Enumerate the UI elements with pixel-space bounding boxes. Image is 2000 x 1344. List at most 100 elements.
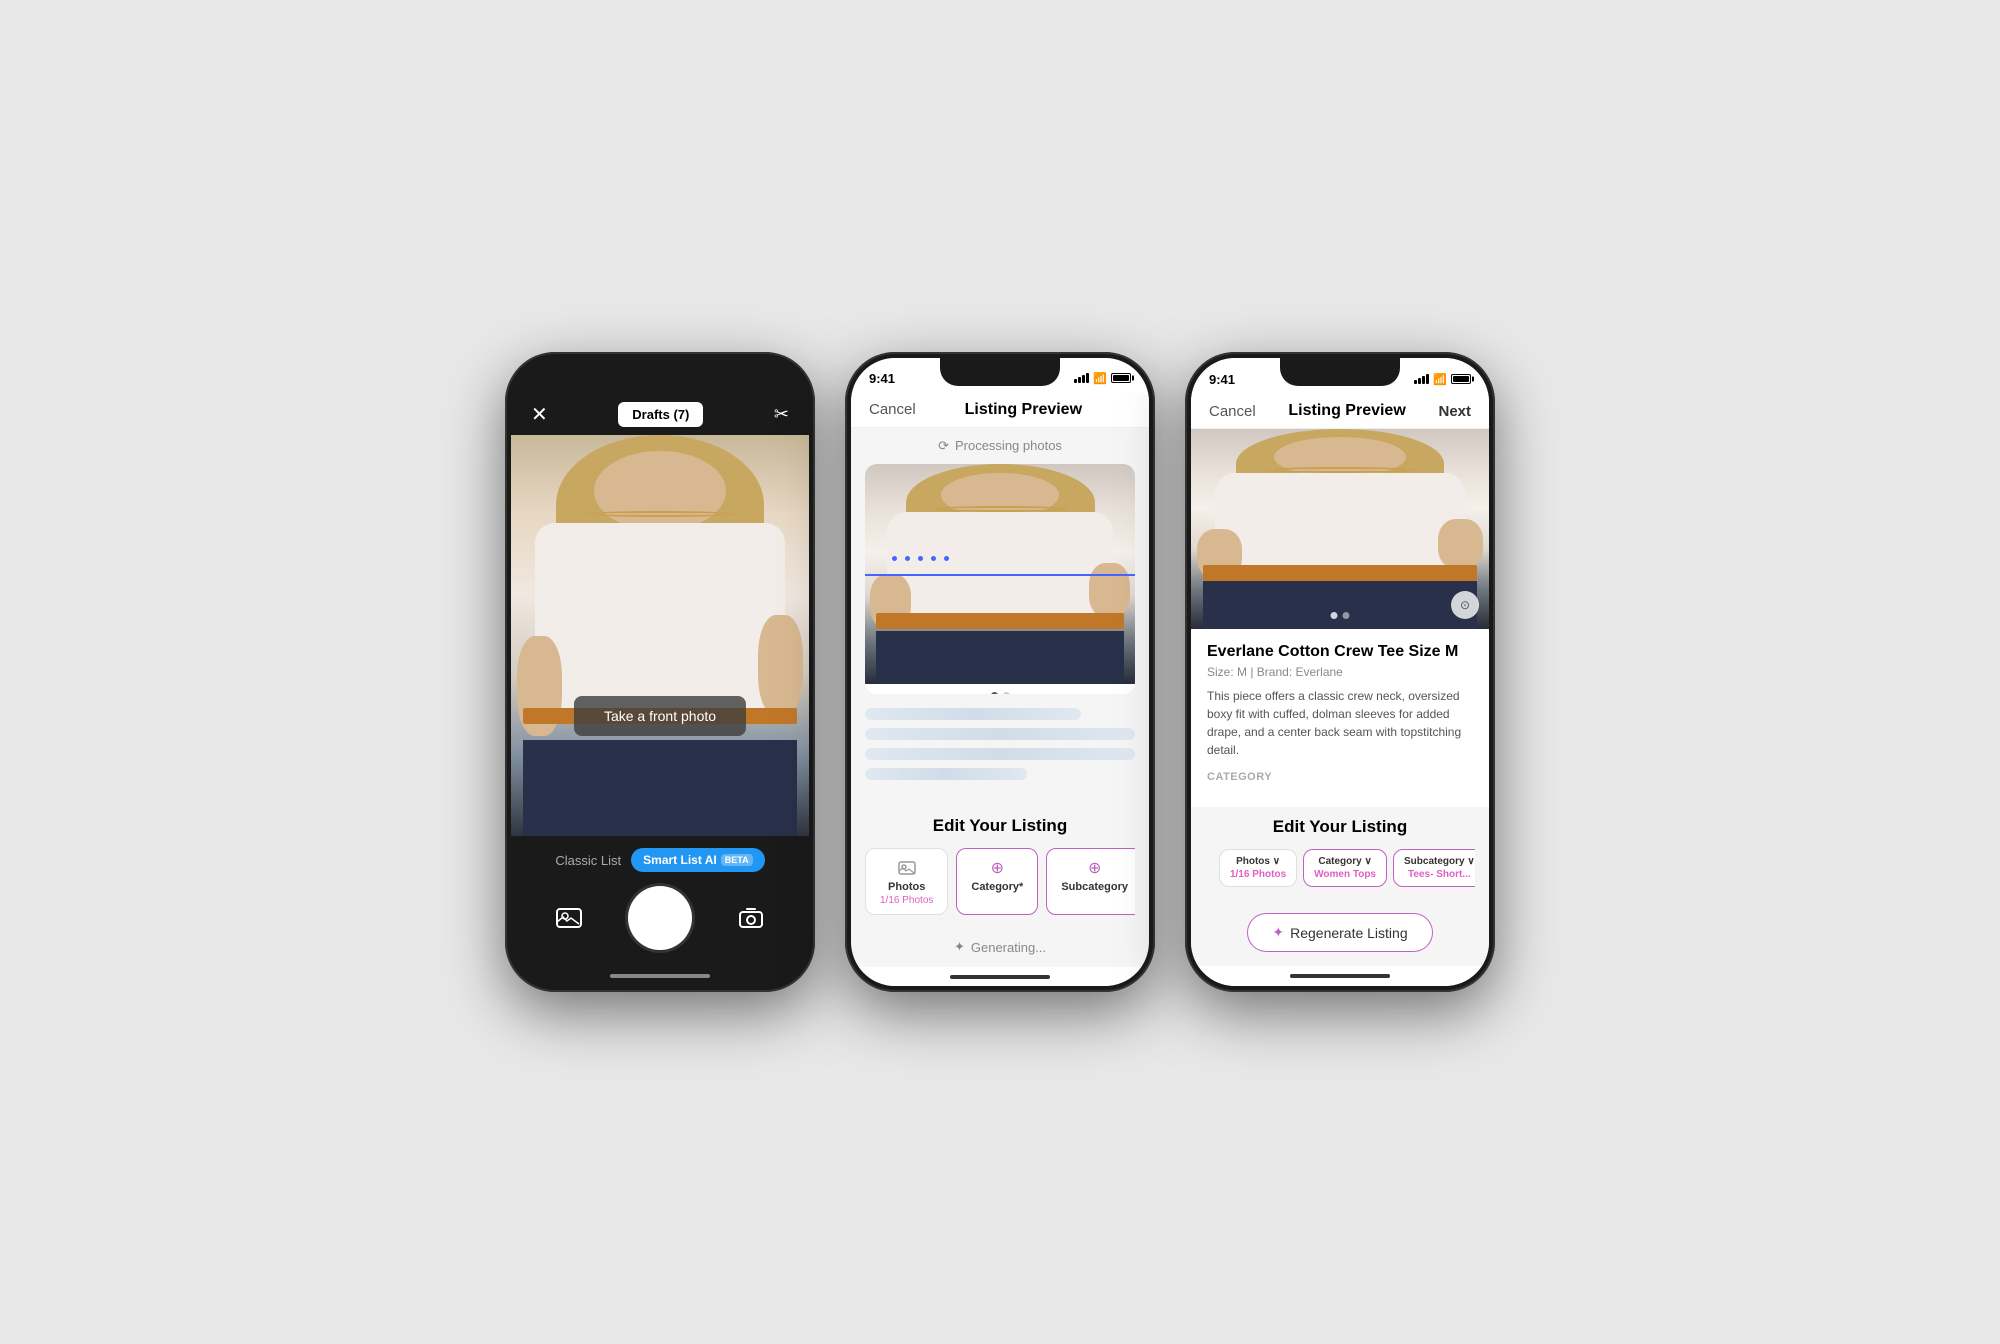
home-bar-1 xyxy=(610,974,710,978)
phone-1: ✕ Drafts (7) ✂ xyxy=(505,352,815,992)
dot-2 xyxy=(1003,692,1010,694)
fashion-jeans xyxy=(523,740,797,836)
cancel-button-2[interactable]: Cancel xyxy=(869,401,916,418)
phones-container: ✕ Drafts (7) ✂ xyxy=(505,352,1495,992)
product-description: This piece offers a classic crew neck, o… xyxy=(1207,687,1473,759)
status-time-3: 9:41 xyxy=(1209,372,1235,387)
fashion-jeans-2 xyxy=(876,631,1124,684)
skeleton-line-2 xyxy=(865,728,1135,740)
loading-icon: ⟳ xyxy=(938,438,949,454)
category-tab[interactable]: ⊕ Category* xyxy=(956,848,1038,915)
photos-tab[interactable]: Photos 1/16 Photos xyxy=(865,848,948,915)
listing-content: ⊙ Everlane Cotton Crew Tee Size M Size: … xyxy=(1191,429,1489,807)
shutter-button[interactable] xyxy=(628,886,692,950)
fashion-jeans-3 xyxy=(1203,581,1477,629)
category-label: CATEGORY xyxy=(1207,771,1473,783)
skeleton-line-4 xyxy=(865,768,1027,780)
product-info: Everlane Cotton Crew Tee Size M Size: M … xyxy=(1191,629,1489,807)
fashion-tshirt-2 xyxy=(887,512,1114,622)
dot-1 xyxy=(991,692,998,694)
notch-2 xyxy=(940,358,1060,386)
photos-tab-3-sub: 1/16 Photos xyxy=(1230,869,1286,880)
home-bar-3 xyxy=(1290,974,1390,978)
fashion-tshirt-3 xyxy=(1215,473,1465,573)
phone-2: 9:41 📶 Cancel List xyxy=(845,352,1155,992)
camera-viewfinder: Take a front photo xyxy=(511,435,809,836)
scan-dots xyxy=(892,556,1108,561)
skeleton-area xyxy=(851,694,1149,802)
fashion-belt-3 xyxy=(1203,565,1477,581)
fashion-hand-right-2 xyxy=(1089,563,1130,618)
photos-tab-icon xyxy=(896,857,918,879)
close-button[interactable]: ✕ xyxy=(531,402,548,427)
take-photo-overlay: Take a front photo xyxy=(574,696,746,736)
processing-banner: ⟳ Processing photos xyxy=(851,428,1149,464)
status-icons-3: 📶 xyxy=(1414,373,1471,386)
scissors-icon[interactable]: ✂ xyxy=(774,404,789,425)
product-title: Everlane Cotton Crew Tee Size M xyxy=(1207,643,1473,661)
regen-star-icon: ✦ xyxy=(1272,924,1284,941)
app-nav-2: Cancel Listing Preview xyxy=(851,393,1149,428)
photos-tab-sub: 1/16 Photos xyxy=(880,895,933,906)
home-indicator-2 xyxy=(851,967,1149,986)
cancel-button-3[interactable]: Cancel xyxy=(1209,403,1256,420)
category-tab-label: Category* xyxy=(971,881,1023,893)
phone-3: 9:41 📶 Cancel List xyxy=(1185,352,1495,992)
home-indicator-1 xyxy=(511,966,809,986)
image-dots-indicator xyxy=(865,684,1135,694)
generating-bar: ✦ Generating... xyxy=(851,927,1149,967)
fashion-tshirt xyxy=(535,523,785,724)
photos-tab-3[interactable]: Photos ∨ 1/16 Photos xyxy=(1219,849,1297,887)
regenerate-section: ✦ Regenerate Listing xyxy=(1191,903,1489,966)
subcategory-tab[interactable]: ⊕ Subcategory xyxy=(1046,848,1135,915)
regenerate-label: Regenerate Listing xyxy=(1290,925,1408,941)
regenerate-button[interactable]: ✦ Regenerate Listing xyxy=(1247,913,1432,952)
status-icons-2: 📶 xyxy=(1074,372,1131,385)
gallery-icon[interactable] xyxy=(551,900,587,936)
beta-tag: BETA xyxy=(721,854,753,866)
next-button-3[interactable]: Next xyxy=(1438,403,1471,420)
category-tab-3-label: Category ∨ xyxy=(1318,856,1371,867)
product-meta: Size: M | Brand: Everlane xyxy=(1207,665,1473,679)
edit-listing-section-3: Edit Your Listing Photos ∨ 1/16 Photos C… xyxy=(1191,807,1489,903)
home-bar-2 xyxy=(950,975,1050,979)
nav-title-2: Listing Preview xyxy=(965,401,1082,419)
listing-image-2 xyxy=(865,464,1135,684)
status-time-2: 9:41 xyxy=(869,371,895,386)
app-nav-3: Cancel Listing Preview Next xyxy=(1191,394,1489,429)
edit-photo-icon[interactable]: ⊙ xyxy=(1451,591,1479,619)
flip-camera-icon[interactable] xyxy=(733,900,769,936)
classic-list-label[interactable]: Classic List xyxy=(555,853,621,868)
listing-image-container xyxy=(865,464,1135,694)
subcategory-tab-3-sub: Tees- Short... xyxy=(1408,869,1471,880)
camera-controls xyxy=(531,886,789,950)
scan-line xyxy=(865,574,1135,576)
edit-tabs-3: Photos ∨ 1/16 Photos Category ∨ Women To… xyxy=(1205,849,1475,895)
subcategory-tab-icon: ⊕ xyxy=(1084,857,1106,879)
camera-bottom: Classic List Smart List AI BETA xyxy=(511,836,809,966)
photos-tab-label: Photos xyxy=(888,881,925,893)
category-tab-icon: ⊕ xyxy=(986,857,1008,879)
generating-star: ✦ xyxy=(954,939,965,955)
product-dots xyxy=(1331,612,1350,619)
subcategory-tab-3-label: Subcategory ∨ xyxy=(1404,856,1475,867)
notch-1 xyxy=(600,358,720,386)
subcategory-tab-3[interactable]: Subcategory ∨ Tees- Short... xyxy=(1393,849,1475,887)
camera-header: ✕ Drafts (7) ✂ xyxy=(511,394,809,435)
smart-list-badge[interactable]: Smart List AI BETA xyxy=(631,848,764,872)
drafts-button[interactable]: Drafts (7) xyxy=(618,402,703,427)
fashion-necklace-2 xyxy=(933,506,1068,512)
photos-tab-3-label: Photos ∨ xyxy=(1236,856,1280,867)
edit-listing-title-2: Edit Your Listing xyxy=(865,816,1135,836)
skeleton-line-3 xyxy=(865,748,1135,760)
skeleton-line-1 xyxy=(865,708,1081,720)
category-tab-3-sub: Women Tops xyxy=(1314,869,1376,880)
edit-tabs-2: Photos 1/16 Photos ⊕ Category* ⊕ Subc xyxy=(865,848,1135,919)
generating-text: Generating... xyxy=(971,940,1046,955)
nav-title-3: Listing Preview xyxy=(1288,402,1405,420)
fashion-face xyxy=(594,451,725,531)
category-tab-3[interactable]: Category ∨ Women Tops xyxy=(1303,849,1387,887)
listing-mode-row: Classic List Smart List AI BETA xyxy=(531,848,789,872)
fashion-belt-2 xyxy=(876,613,1124,629)
edit-listing-title-3: Edit Your Listing xyxy=(1205,817,1475,837)
